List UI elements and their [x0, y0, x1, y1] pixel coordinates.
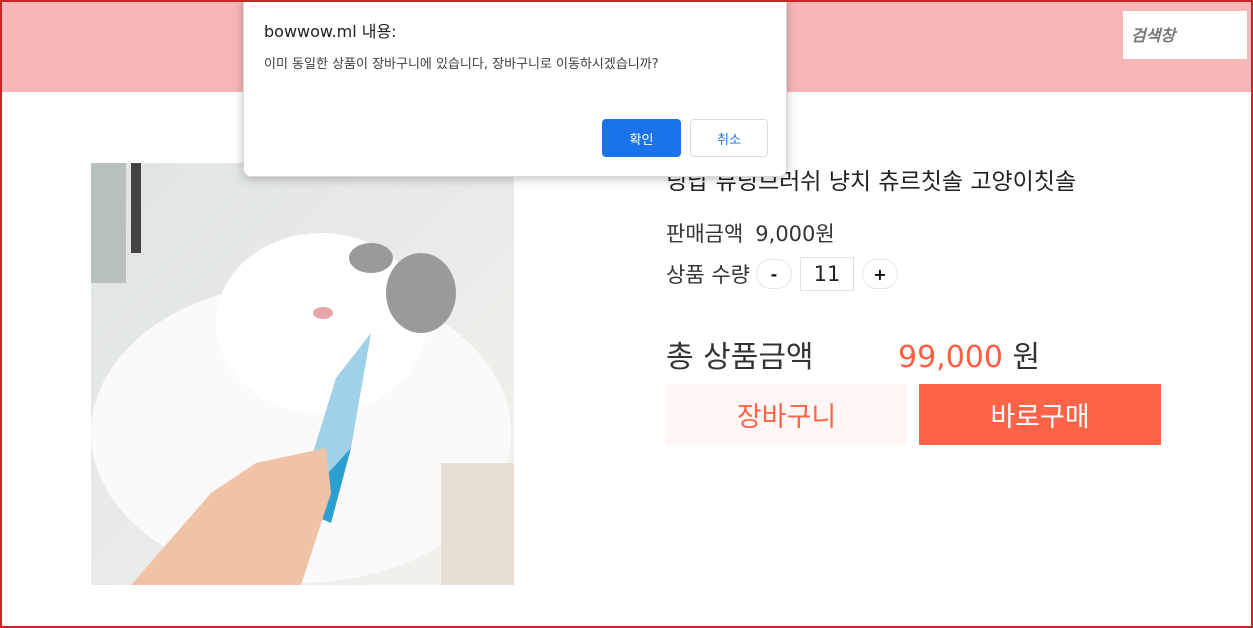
price-value: 9,000원 [755, 222, 835, 246]
buy-now-button[interactable]: 바로구매 [919, 384, 1161, 445]
quantity-input[interactable] [799, 257, 854, 291]
price-label: 판매금액 [666, 222, 744, 246]
total-label: 총 상품금액 [666, 340, 814, 375]
quantity-decrease-button[interactable]: - [755, 259, 792, 289]
dialog-title: bowwow.ml 내용: [264, 22, 397, 41]
quantity-row: 상품 수량 - + [666, 256, 898, 292]
search-input[interactable] [1123, 11, 1247, 59]
total-unit: 원 [1012, 340, 1041, 375]
price-row: 판매금액 9,000원 [666, 218, 835, 248]
quantity-increase-button[interactable]: + [861, 259, 898, 289]
ok-button[interactable]: 확인 [602, 119, 681, 157]
product-image [91, 163, 514, 585]
confirm-dialog: bowwow.ml 내용: 이미 동일한 상품이 장바구니에 있습니다, 장바구… [243, 0, 787, 177]
cancel-button[interactable]: 취소 [690, 119, 768, 157]
quantity-label: 상품 수량 [666, 263, 750, 287]
dialog-message: 이미 동일한 상품이 장바구니에 있습니다, 장바구니로 이동하시겠습니까? [264, 57, 659, 72]
total-price: 99,000 원 [898, 332, 1040, 376]
add-to-cart-button[interactable]: 장바구니 [666, 384, 907, 445]
total-amount: 99,000 [898, 340, 1003, 375]
